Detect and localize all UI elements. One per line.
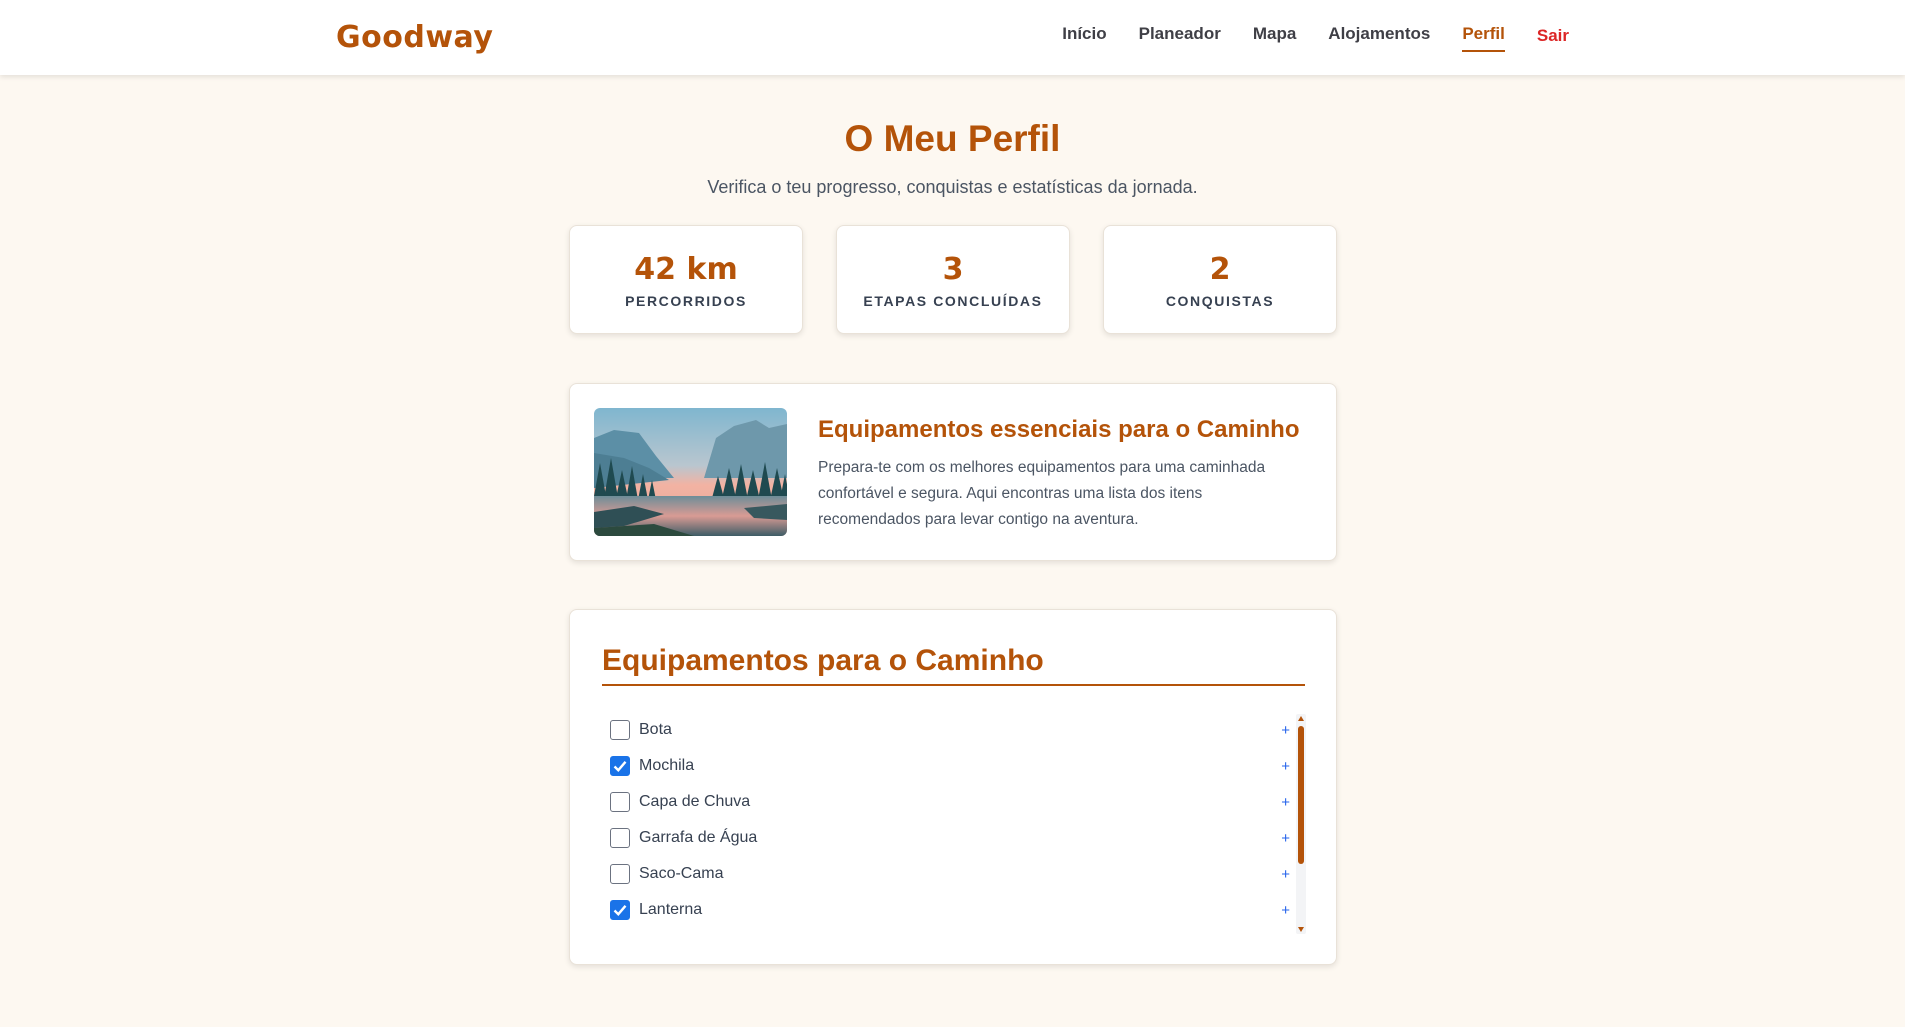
logout-link[interactable]: Sair [1537, 22, 1569, 54]
nav-mapa[interactable]: Mapa [1253, 24, 1296, 52]
stat-card-achievements: 2 Conquistas [1103, 225, 1337, 334]
checkmark-icon [613, 761, 627, 772]
stat-card-stages: 3 Etapas concluídas [836, 225, 1070, 334]
list-item: Lanterna + [610, 892, 1290, 928]
stat-label: Etapas concluídas [863, 293, 1043, 309]
page-title: O Meu Perfil [844, 118, 1061, 159]
add-item-button[interactable]: + [1281, 866, 1290, 883]
equipment-title: Equipamentos para o Caminho [602, 644, 1305, 686]
list-item: Bota + [610, 712, 1290, 748]
item-checkbox[interactable] [610, 756, 630, 776]
list-item: Saco-Cama + [610, 856, 1290, 892]
list-scrollbar[interactable] [1296, 714, 1306, 934]
stat-card-distance: 42 km Percorridos [569, 225, 803, 334]
item-label: Mochila [639, 757, 695, 774]
scroll-up-icon[interactable] [1298, 716, 1304, 721]
equipment-list[interactable]: Bota + Mochila + Capa de Chuva + Garrafa… [610, 712, 1290, 932]
add-item-button[interactable]: + [1281, 830, 1290, 847]
equipment-feature-card: Equipamentos essenciais para o Caminho P… [569, 383, 1337, 561]
stat-label: Percorridos [625, 293, 747, 309]
item-checkbox[interactable] [610, 900, 630, 920]
add-item-button[interactable]: + [1281, 794, 1290, 811]
item-checkbox[interactable] [610, 792, 630, 812]
brand-logo[interactable]: Goodway [336, 20, 493, 55]
scroll-down-icon[interactable] [1298, 927, 1304, 932]
item-label: Saco-Cama [639, 865, 724, 882]
list-item: Garrafa de Água + [610, 820, 1290, 856]
feature-title: Equipamentos essenciais para o Caminho [818, 416, 1300, 443]
item-label: Garrafa de Água [639, 829, 758, 846]
main-nav: Início Planeador Mapa Alojamentos Perfil… [1062, 0, 1569, 75]
list-item: Capa de Chuva + [610, 784, 1290, 820]
checkmark-icon [613, 905, 627, 916]
nav-alojamentos[interactable]: Alojamentos [1328, 24, 1430, 52]
add-item-button[interactable]: + [1281, 722, 1290, 739]
feature-description: Prepara-te com os melhores equipamentos … [818, 459, 1266, 528]
item-label: Bota [639, 721, 672, 738]
top-navbar: Goodway Início Planeador Mapa Alojamento… [0, 0, 1905, 75]
equipment-checklist-card: Equipamentos para o Caminho Bota + Mochi… [569, 609, 1337, 965]
stats-row: 42 km Percorridos 3 Etapas concluídas 2 … [569, 225, 1337, 334]
item-checkbox[interactable] [610, 720, 630, 740]
page-subtitle: Verifica o teu progresso, conquistas e e… [707, 177, 1198, 197]
nav-perfil[interactable]: Perfil [1462, 24, 1505, 52]
nav-planeador[interactable]: Planeador [1139, 24, 1221, 52]
item-checkbox[interactable] [610, 864, 630, 884]
list-item [610, 928, 1290, 932]
item-label: Lanterna [639, 901, 703, 918]
scrollbar-thumb[interactable] [1298, 726, 1304, 864]
stat-label: Conquistas [1165, 293, 1275, 309]
stat-value: 3 [942, 252, 964, 287]
list-item: Mochila + [610, 748, 1290, 784]
nav-inicio[interactable]: Início [1062, 24, 1106, 52]
add-item-button[interactable]: + [1281, 902, 1290, 919]
stat-value: 2 [1209, 252, 1231, 287]
landscape-image [594, 408, 787, 536]
item-checkbox[interactable] [610, 828, 630, 848]
add-item-button[interactable]: + [1281, 758, 1290, 775]
stat-value: 42 km [634, 252, 738, 287]
item-label: Capa de Chuva [639, 793, 751, 810]
